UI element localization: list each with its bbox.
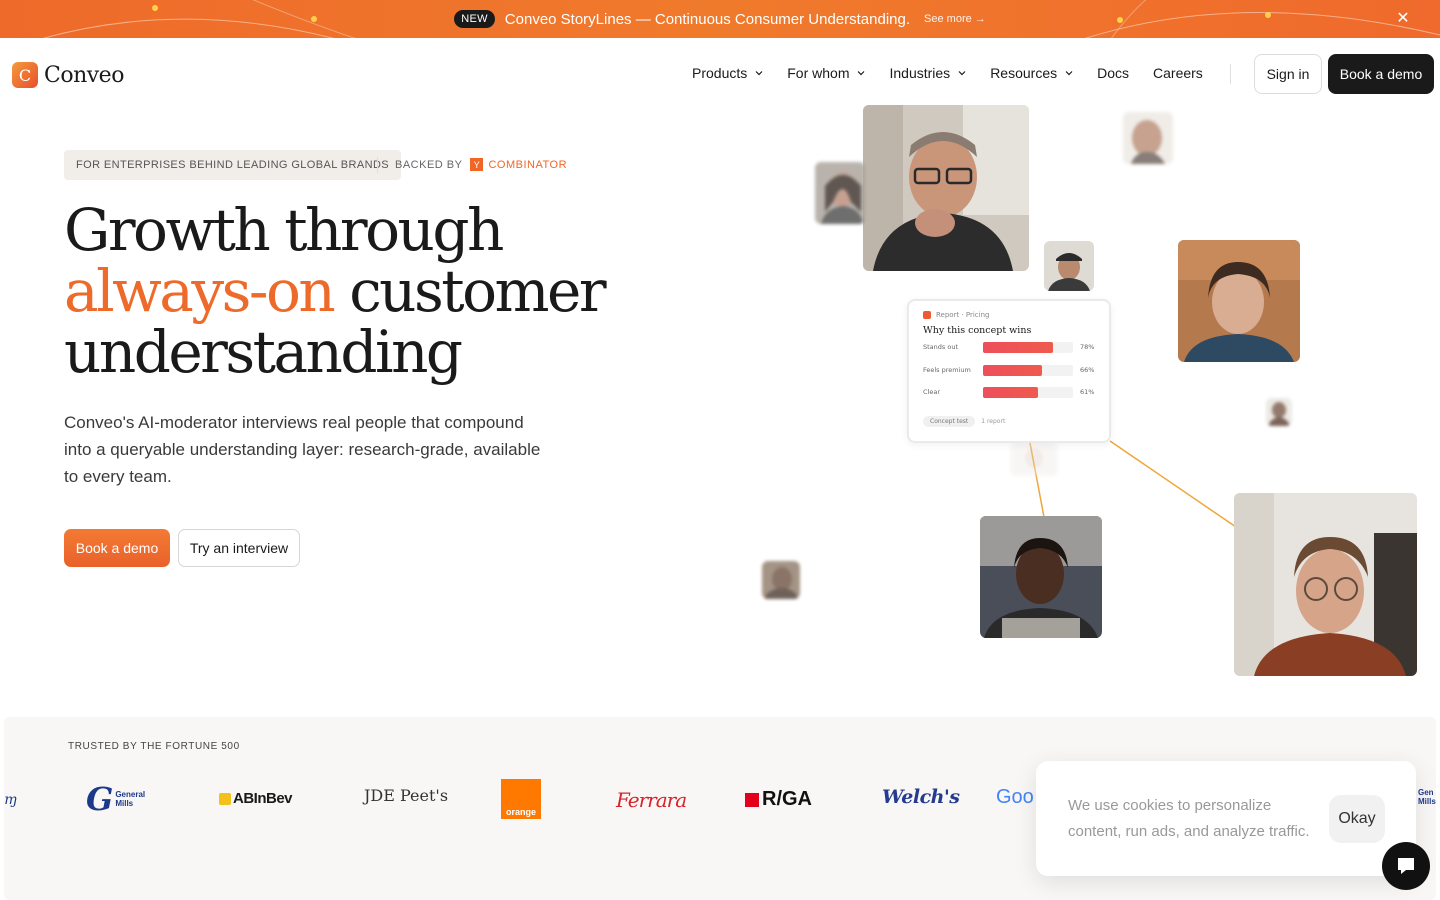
participant-video-10 <box>1234 493 1417 676</box>
person-thumbnail-icon <box>762 561 800 599</box>
report-breadcrumb: Report · Pricing <box>923 311 1095 319</box>
participant-video-5 <box>1178 240 1300 362</box>
report-row: Stands out 78% <box>923 340 1095 359</box>
brand-logo-edge-left: ɱ <box>4 792 18 808</box>
chat-launcher-button[interactable] <box>1382 842 1430 890</box>
cookie-text: We use cookies to personalize content, r… <box>1068 797 1310 840</box>
report-bar-fill <box>983 342 1054 353</box>
cookie-okay-button[interactable]: Okay <box>1329 795 1385 843</box>
concept-test-chip: Concept test <box>923 415 976 427</box>
report-title: Why this concept wins <box>923 325 1032 336</box>
brand-logo-ferrara: Ferrara <box>616 788 687 812</box>
participant-video-8 <box>762 561 800 599</box>
conveo-logo-icon <box>923 311 931 319</box>
report-breadcrumb-text: Report · Pricing <box>936 311 990 319</box>
report-row-label: Clear <box>923 388 940 396</box>
report-bar-fill <box>983 364 1043 376</box>
brand-logo-edge-right: Gen Mills <box>1418 788 1436 806</box>
person-thumbnail-icon <box>1123 112 1173 164</box>
report-bar-track <box>983 387 1073 398</box>
person-thumbnail-icon <box>1010 442 1058 476</box>
person-thumbnail-icon <box>863 105 1029 271</box>
participant-video-4 <box>1044 241 1094 291</box>
report-bar-track <box>983 342 1073 353</box>
person-thumbnail-icon <box>1044 241 1094 291</box>
chat-bubble-icon <box>1398 858 1414 874</box>
report-row: Feels premium 66% <box>923 363 1095 382</box>
person-thumbnail-icon <box>1178 240 1300 362</box>
brand-logo-welchs: Welch's <box>882 786 960 808</box>
brand-name: General Mills <box>115 790 146 808</box>
rga-mark-icon <box>745 792 759 807</box>
trusted-label: TRUSTED BY THE FORTUNE 500 <box>68 741 240 752</box>
report-row: Clear 61% <box>923 385 1095 404</box>
participant-video-2 <box>815 162 865 224</box>
participant-video-9 <box>980 516 1102 638</box>
person-thumbnail-icon <box>980 516 1102 638</box>
brand-logo-general-mills: G General Mills <box>86 780 149 818</box>
brand-logo-google: Goo <box>996 786 1034 809</box>
person-thumbnail-icon <box>1266 398 1292 426</box>
brand-logo-abinbev: ABInBev <box>219 790 293 807</box>
brand-name: Welch's <box>882 786 960 808</box>
brand-logo-orange: orange <box>501 779 541 819</box>
brand-name: Gen <box>1418 788 1434 797</box>
person-thumbnail-icon <box>815 162 865 224</box>
report-footer: Concept test 1 report <box>923 415 1095 427</box>
brand-name: ABInBev <box>233 790 293 807</box>
report-bar-track <box>983 364 1073 376</box>
brand-logo-rga: R/GA <box>745 788 812 811</box>
report-bar-fill <box>983 387 1038 398</box>
participant-video-6 <box>1266 398 1292 426</box>
report-row-label: Stands out <box>923 343 959 351</box>
report-row-label: Feels premium <box>923 365 971 374</box>
brand-name: Mills <box>1418 797 1436 806</box>
brand-name: orange <box>505 807 536 817</box>
brand-name: Goo <box>996 786 1034 808</box>
report-row-value: 66% <box>1080 365 1095 374</box>
abinbev-mark-icon <box>219 792 231 805</box>
brand-name: R/GA <box>762 788 812 810</box>
general-mills-g-icon: G <box>86 780 114 818</box>
report-row-value: 78% <box>1080 343 1095 351</box>
participant-video-1 <box>863 105 1029 271</box>
person-thumbnail-icon <box>1234 493 1417 676</box>
cookie-banner: We use cookies to personalize content, r… <box>1036 761 1416 876</box>
report-row-value: 61% <box>1080 388 1095 396</box>
participant-video-7 <box>1010 442 1058 476</box>
participant-video-3 <box>1123 112 1173 164</box>
report-count: 1 report <box>981 417 1006 425</box>
brand-name: JDE Peet's <box>364 786 449 805</box>
report-card: Report · Pricing Why this concept wins S… <box>907 299 1111 443</box>
brand-logo-jde-peets: JDE Peet's <box>364 786 448 805</box>
brand-name: Ferrara <box>616 788 687 812</box>
